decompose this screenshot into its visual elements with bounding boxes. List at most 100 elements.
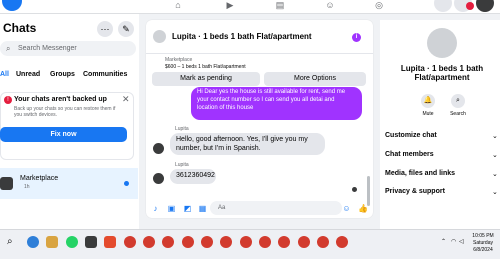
chrome-icon[interactable] (298, 236, 310, 248)
close-icon[interactable]: ✕ (122, 94, 130, 105)
chat-filters: All Unread Groups Communities (0, 69, 139, 81)
chrome-icon[interactable] (336, 236, 348, 248)
chats-panel: Chats ⋯ ✎ ⌕ Search Messenger All Unread … (0, 14, 139, 229)
listing-detail[interactable]: $600 – 1 beds 1 bath Flat/apartment (165, 64, 246, 70)
search-icon[interactable]: ⌕ (7, 236, 13, 247)
chat-members-section[interactable]: Chat members (385, 151, 434, 158)
chevron-down-icon[interactable]: ⌄ (492, 188, 498, 196)
chrome-icon[interactable] (143, 236, 155, 248)
seen-indicator (352, 187, 357, 192)
windows-taskbar: ⌕ ⌃ ◠ ◁ 10:05 PM Saturday 6/8/2024 (0, 229, 500, 259)
chat-avatar[interactable] (153, 30, 166, 43)
marketplace-thumbnail (0, 177, 13, 190)
compose-icon[interactable]: ✎ (118, 21, 134, 37)
contact-name: Lupita · 1 beds 1 bath Flat/apartment (400, 64, 484, 82)
sender-avatar[interactable] (153, 173, 164, 184)
filter-unread[interactable]: Unread (16, 69, 40, 81)
chrome-icon[interactable] (162, 236, 174, 248)
groups-icon[interactable]: ☺ (324, 0, 336, 11)
chat-window: Lupita · 1 beds 1 bath Flat/apartment i … (146, 20, 373, 218)
chevron-up-icon[interactable]: ⌃ (441, 238, 446, 245)
incoming-message: 3612360492 (170, 169, 216, 184)
menu-icon[interactable] (434, 0, 452, 12)
chevron-down-icon[interactable]: ⌄ (492, 151, 498, 159)
unread-dot (124, 181, 129, 186)
conversation-time: 1h (24, 184, 30, 190)
video-icon[interactable]: ▶ (224, 0, 236, 11)
facebook-logo-icon[interactable] (2, 0, 22, 11)
chrome-icon[interactable] (259, 236, 271, 248)
chats-title: Chats (3, 21, 37, 35)
system-clock[interactable]: 10:05 PM Saturday 6/8/2024 (466, 233, 500, 254)
fix-now-button[interactable]: Fix now (0, 127, 127, 142)
info-icon[interactable]: i (352, 33, 361, 42)
backup-description: Back up your chats so you can restore th… (14, 106, 116, 118)
search-icon[interactable]: ⌕ (451, 94, 465, 108)
privacy-support-section[interactable]: Privacy & support (385, 188, 445, 195)
message-list: Hi Dear yes the house is still available… (146, 87, 373, 209)
chrome-icon[interactable] (317, 236, 329, 248)
whatsapp-icon[interactable] (66, 236, 78, 248)
filter-all[interactable]: All (0, 69, 9, 81)
search-placeholder: Search Messenger (18, 45, 77, 52)
like-icon[interactable]: 👍 (358, 204, 368, 213)
clock-time: 10:05 PM (472, 233, 494, 239)
mute-label: Mute (422, 111, 434, 117)
chrome-icon[interactable] (220, 236, 232, 248)
sticker-icon[interactable]: ◩ (183, 204, 192, 213)
warning-icon: ! (4, 96, 12, 104)
chrome-icon[interactable] (201, 236, 213, 248)
chat-title[interactable]: Lupita · 1 beds 1 bath Flat/apartment (172, 32, 312, 41)
chat-header: Lupita · 1 beds 1 bath Flat/apartment i (146, 20, 373, 54)
message-input[interactable]: Aa (210, 201, 342, 215)
gif-icon[interactable]: ▦ (198, 204, 207, 213)
microphone-icon[interactable]: ♪ (151, 204, 160, 213)
outgoing-message: Hi Dear yes the house is still available… (191, 87, 362, 120)
bell-icon[interactable]: 🔔 (421, 94, 435, 108)
message-sender: Lupita (175, 126, 189, 132)
ellipsis-icon[interactable]: ⋯ (97, 21, 113, 37)
search-messenger-input[interactable]: ⌕ Search Messenger (0, 41, 136, 56)
contact-avatar[interactable] (427, 28, 457, 58)
chat-details-panel: Lupita · 1 beds 1 bath Flat/apartment 🔔 … (380, 20, 500, 229)
customize-chat-section[interactable]: Customize chat (385, 132, 437, 139)
listing-label: Marketplace (165, 57, 193, 63)
chrome-icon[interactable] (240, 236, 252, 248)
image-icon[interactable]: ▣ (167, 204, 176, 213)
sender-avatar[interactable] (153, 143, 164, 154)
chevron-down-icon[interactable]: ⌄ (492, 132, 498, 140)
conversation-item-marketplace[interactable]: Marketplace 1h (0, 168, 138, 199)
chrome-icon[interactable] (182, 236, 194, 248)
message-composer: ♪ ▣ ◩ ▦ Aa ☺ 👍 (146, 199, 373, 218)
chevron-down-icon[interactable]: ⌄ (492, 170, 498, 178)
notification-badge (466, 2, 474, 10)
clock-date: 6/8/2024 (473, 247, 493, 253)
profile-avatar[interactable] (476, 0, 494, 12)
gaming-icon[interactable]: ◎ (373, 0, 385, 11)
chrome-icon[interactable] (124, 236, 136, 248)
chrome-icon[interactable] (278, 236, 290, 248)
volume-icon[interactable]: ◁ (459, 238, 464, 245)
home-icon[interactable]: ⌂ (172, 0, 184, 11)
wifi-icon[interactable]: ◠ (451, 238, 456, 245)
marketplace-icon[interactable]: ▤ (274, 0, 286, 11)
filter-groups[interactable]: Groups (50, 69, 75, 81)
message-sender: Lupita (175, 162, 189, 168)
weather-icon[interactable] (27, 236, 39, 248)
app-icon[interactable] (104, 236, 116, 248)
filter-communities[interactable]: Communities (83, 69, 127, 81)
search-label: Search (450, 111, 466, 117)
clock-day: Saturday (472, 240, 493, 246)
top-navigation-bar: ⌂ ▶ ▤ ☺ ◎ (0, 0, 500, 14)
file-explorer-icon[interactable] (46, 236, 58, 248)
backup-warning-card: ! Your chats aren't backed up Back up yo… (0, 92, 134, 160)
incoming-message: Hello, good afternoon. Yes, I'll give yo… (170, 133, 325, 155)
conversation-name: Marketplace (20, 175, 59, 182)
more-options-button[interactable]: More Options (264, 72, 366, 86)
backup-title: Your chats aren't backed up (14, 96, 107, 103)
mark-as-pending-button[interactable]: Mark as pending (152, 72, 260, 86)
app-icon[interactable] (85, 236, 97, 248)
search-icon: ⌕ (6, 44, 11, 53)
emoji-icon[interactable]: ☺ (342, 204, 351, 213)
media-files-links-section[interactable]: Media, files and links (385, 170, 455, 177)
